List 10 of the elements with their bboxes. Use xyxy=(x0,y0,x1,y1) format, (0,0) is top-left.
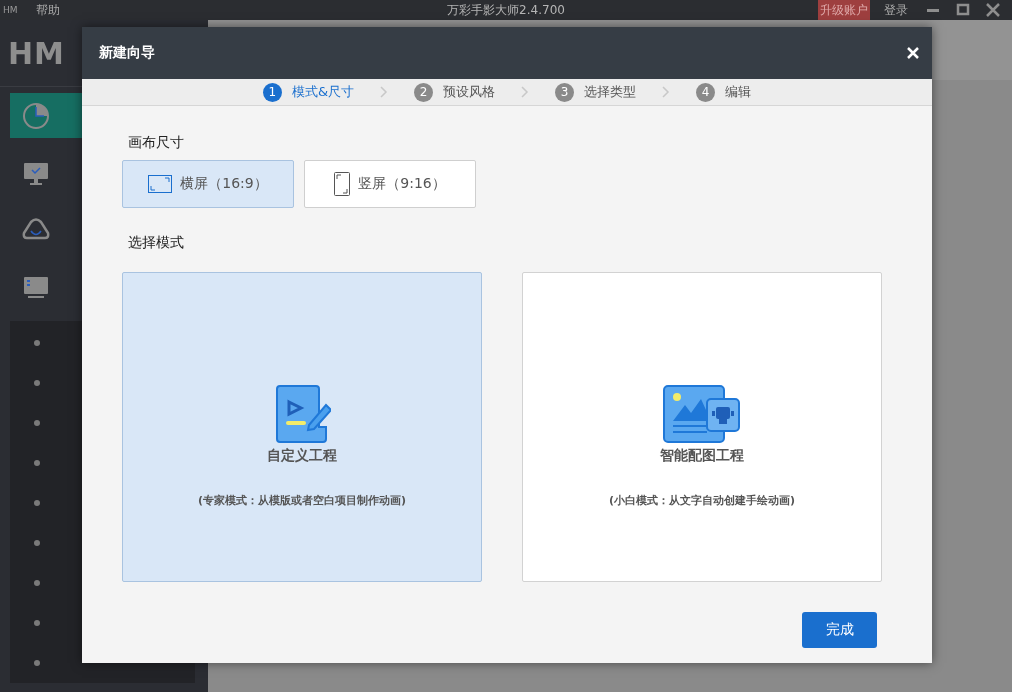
mode-description: (小白模式：从文字自动创建手绘动画) xyxy=(608,493,796,508)
mode-title: 智能配图工程 xyxy=(660,447,744,465)
window-title: 万彩手影大师2.4.700 xyxy=(447,1,565,19)
dialog-title: 新建向导 xyxy=(99,44,155,62)
brand-logo: HM xyxy=(8,35,66,71)
app-logo: HM xyxy=(3,5,18,15)
mode-description: (专家模式：从模版或者空白项目制作动画) xyxy=(197,493,407,508)
section-label: 画布尺寸 xyxy=(128,134,185,152)
mode-title: 自定义工程 xyxy=(267,447,337,465)
section-label: 选择模式 xyxy=(128,234,185,252)
